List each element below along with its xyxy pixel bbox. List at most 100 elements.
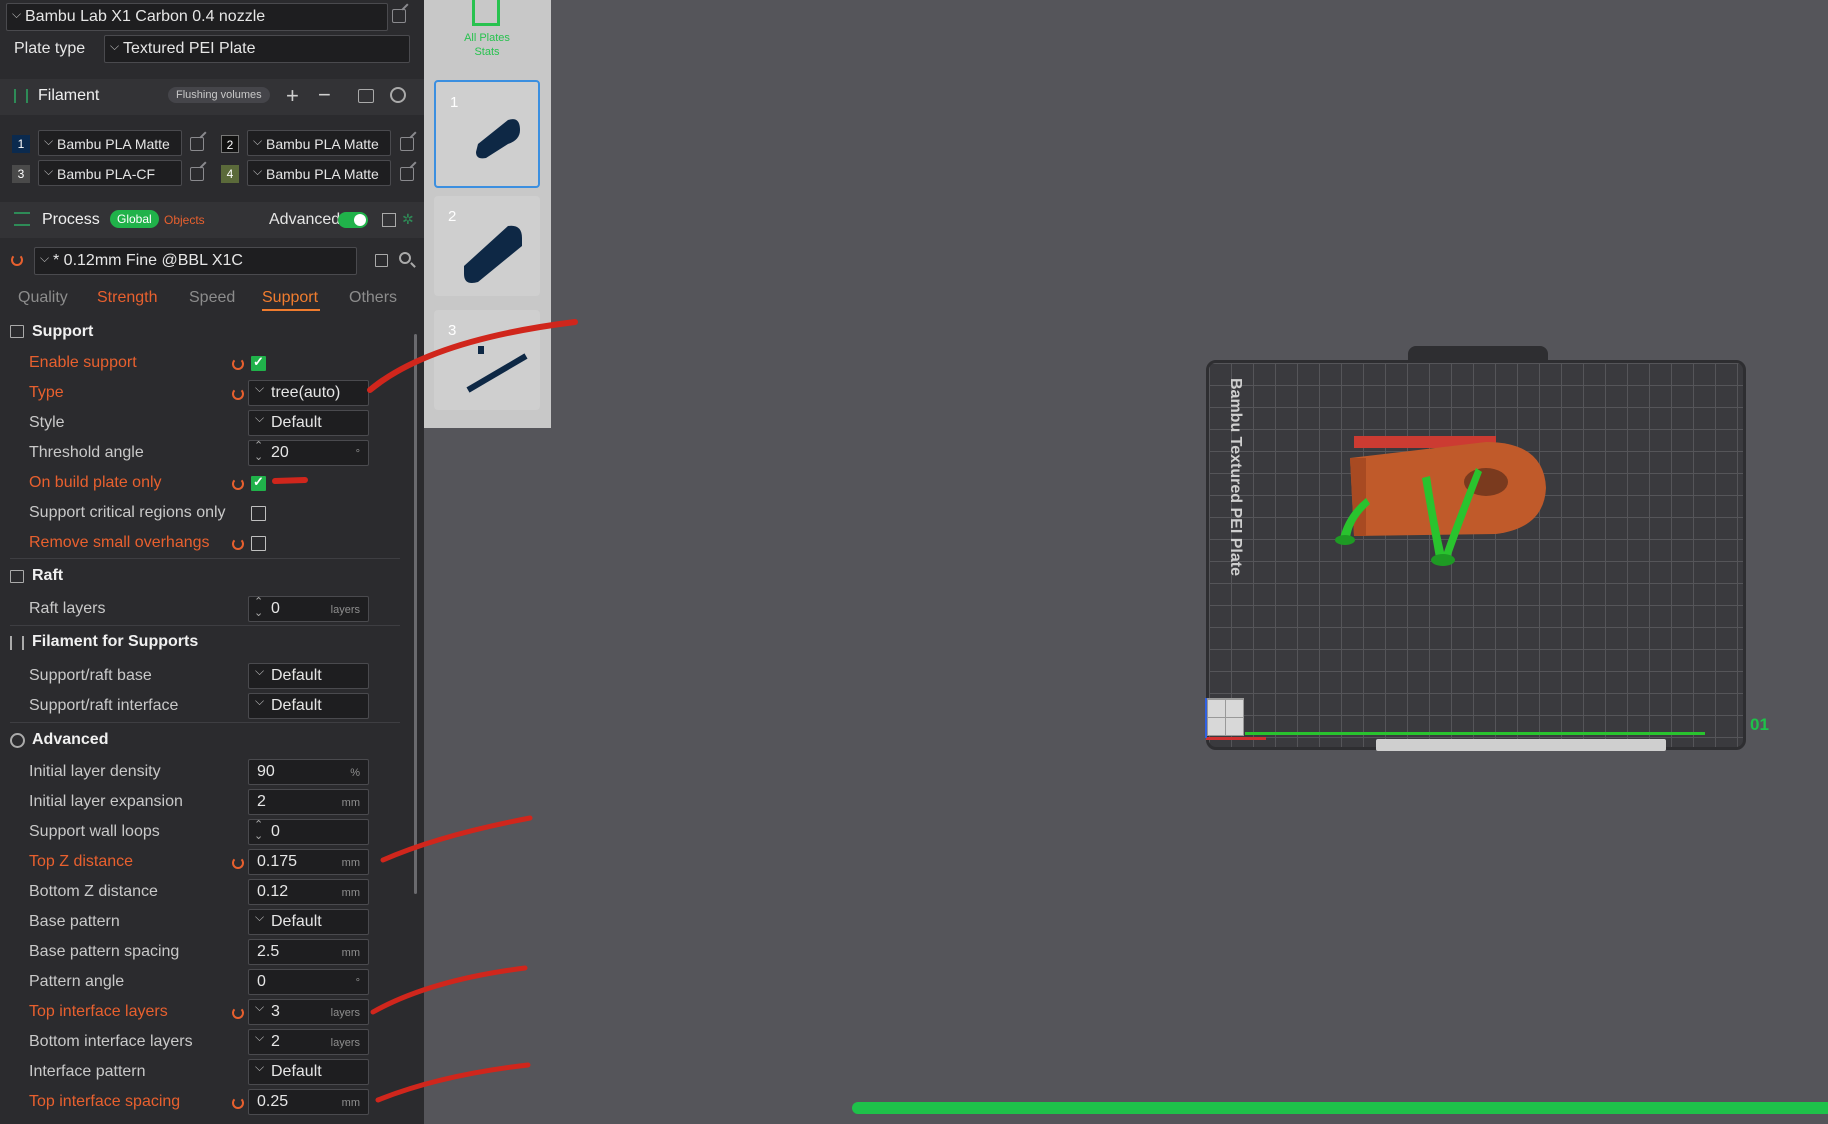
plate-1-model [476, 119, 520, 159]
support-interface-select[interactable]: Default [248, 693, 369, 719]
support-style-select[interactable]: Default [248, 410, 369, 436]
profile-reset-icon[interactable] [11, 254, 23, 266]
advanced-section-title: Advanced [32, 731, 109, 748]
reset-icon[interactable] [232, 857, 244, 869]
axis-cube[interactable] [1206, 698, 1244, 736]
sync-filament-icon[interactable] [358, 89, 374, 103]
axis-x-line [1206, 737, 1266, 740]
tab-support[interactable]: Support [262, 289, 318, 307]
tab-active-underline [262, 309, 320, 311]
base-pattern-select[interactable]: Default [248, 909, 369, 935]
threshold-angle-label: Threshold angle [29, 444, 144, 461]
top-z-distance-input[interactable]: 0.175 mm [248, 849, 369, 875]
tab-others[interactable]: Others [349, 289, 397, 307]
plate-thumb-3[interactable]: 3 [434, 310, 540, 410]
tab-strength[interactable]: Strength [97, 289, 157, 307]
critical-regions-checkbox[interactable] [251, 506, 266, 521]
raft-layers-input[interactable]: 0layers [248, 595, 369, 622]
filament-icon [14, 89, 28, 103]
divider [10, 625, 400, 626]
all-plates-stats-button[interactable]: All Plates Stats [434, 0, 540, 64]
filament-select[interactable]: Bambu PLA Matte [38, 130, 182, 156]
add-filament-icon[interactable]: + [286, 83, 299, 109]
save-profile-icon[interactable] [375, 254, 388, 267]
support-base-select[interactable]: Default [248, 663, 369, 689]
interface-pattern-label: Interface pattern [29, 1063, 146, 1080]
top-interface-spacing-input[interactable]: 0.25 mm [248, 1089, 369, 1115]
support-wall-loops-input[interactable]: 0 [248, 818, 369, 845]
base-pattern-spacing-input[interactable]: 2.5 mm [248, 939, 369, 965]
initial-layer-density-label: Initial layer density [29, 763, 161, 780]
slicing-progress-bar [852, 1102, 1828, 1114]
bottom-interface-layers-select[interactable]: 2layers [248, 1029, 369, 1055]
plate-type-select[interactable]: Textured PEI Plate [104, 35, 410, 63]
compare-icon[interactable] [382, 213, 396, 227]
filament-select[interactable]: Bambu PLA Matte [247, 160, 391, 186]
remove-small-overhangs-checkbox[interactable] [251, 536, 266, 551]
printer-edit-icon[interactable] [392, 9, 406, 23]
support-section-title: Support [32, 323, 94, 340]
remove-filament-icon[interactable]: − [318, 82, 331, 108]
layer-strip [1245, 722, 1705, 735]
tab-quality[interactable]: Quality [18, 289, 68, 307]
objects-toggle[interactable]: Objects [164, 213, 205, 227]
support-type-select[interactable]: tree(auto) [248, 380, 369, 406]
all-plates-label: All Plates [464, 32, 510, 44]
process-profile-select[interactable]: * 0.12mm Fine @BBL X1C [34, 247, 357, 275]
reset-icon[interactable] [232, 358, 244, 370]
filament-settings-icon[interactable] [390, 87, 406, 103]
plate-number-label: 01 [1750, 715, 1769, 734]
flushing-volumes-button[interactable]: Flushing volumes [168, 87, 270, 103]
initial-layer-expansion-input[interactable]: 2 mm [248, 789, 369, 815]
build-plate-only-checkbox[interactable] [251, 474, 266, 491]
top-interface-layers-label: Top interface layers [29, 1003, 168, 1020]
bed-label: Bambu Textured PEI Plate [1226, 378, 1248, 576]
bed-toolbar[interactable] [1376, 739, 1666, 751]
threshold-angle-input[interactable]: 20° [248, 439, 369, 466]
filament-edit-icon[interactable] [400, 137, 414, 151]
plate-type-label: Plate type [14, 40, 86, 57]
pattern-angle-input[interactable]: 0 ° [248, 969, 369, 995]
advanced-section-icon [10, 733, 25, 748]
process-title: Process [42, 211, 100, 228]
filament-edit-icon[interactable] [400, 167, 414, 181]
build-plate-only-label: On build plate only [29, 474, 162, 491]
initial-layer-expansion-label: Initial layer expansion [29, 793, 183, 810]
reset-icon[interactable] [232, 1097, 244, 1109]
reset-icon[interactable] [232, 388, 244, 400]
interface-pattern-select[interactable]: Default [248, 1059, 369, 1085]
filament-select[interactable]: Bambu PLA-CF [38, 160, 182, 186]
enable-support-label: Enable support [29, 354, 137, 371]
advanced-label: Advanced [269, 211, 341, 228]
search-icon[interactable] [399, 252, 416, 268]
top-interface-layers-select[interactable]: 3layers [248, 999, 369, 1025]
raft-section-icon [10, 570, 24, 583]
plates-strip: All Plates Stats 1 2 3 [424, 0, 551, 428]
printer-select[interactable]: Bambu Lab X1 Carbon 0.4 nozzle [6, 3, 388, 31]
initial-layer-density-input[interactable]: 90% [248, 759, 369, 785]
reset-icon[interactable] [232, 478, 244, 490]
settings-panel: Bambu Lab X1 Carbon 0.4 nozzle Plate typ… [0, 0, 424, 1124]
process-icon [14, 212, 30, 226]
raft-layers-label: Raft layers [29, 600, 106, 617]
bottom-z-distance-input[interactable]: 0.12 mm [248, 879, 369, 905]
support-style-label: Style [29, 414, 65, 431]
top-interface-spacing-label: Top interface spacing [29, 1093, 181, 1110]
filament-edit-icon[interactable] [190, 167, 204, 181]
axis-y-line [1205, 698, 1207, 738]
filament-edit-icon[interactable] [190, 137, 204, 151]
scrollbar[interactable] [414, 334, 417, 894]
enable-support-checkbox[interactable] [251, 354, 266, 371]
filament-supports-icon [10, 636, 24, 650]
process-settings-icon[interactable]: ✲ [402, 211, 414, 228]
filament-select[interactable]: Bambu PLA Matte [247, 130, 391, 156]
top-z-distance-label: Top Z distance [29, 853, 134, 870]
reset-icon[interactable] [232, 538, 244, 550]
bottom-z-distance-label: Bottom Z distance [29, 883, 158, 900]
advanced-switch[interactable] [338, 212, 368, 228]
plate-thumb-2[interactable]: 2 [434, 196, 540, 296]
global-toggle[interactable]: Global [110, 210, 159, 228]
reset-icon[interactable] [232, 1007, 244, 1019]
plate-thumb-1[interactable]: 1 [434, 80, 540, 188]
tab-speed[interactable]: Speed [189, 289, 235, 307]
